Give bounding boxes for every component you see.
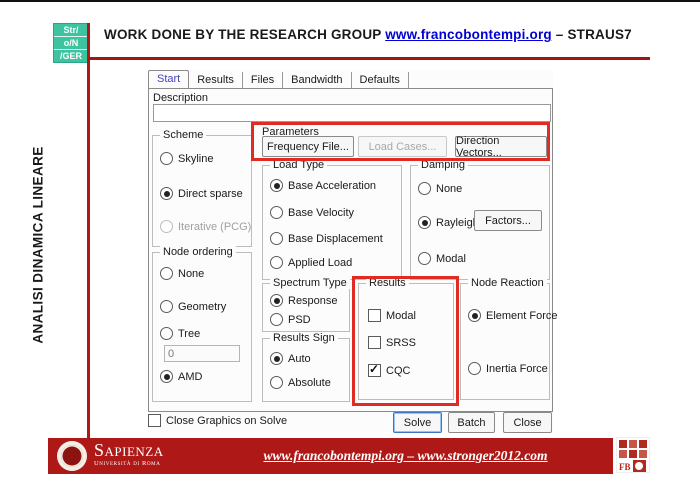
radio-applied-load[interactable] bbox=[270, 256, 283, 269]
slide: Str/ o/N /GER WORK DONE BY THE RESEARCH … bbox=[0, 0, 700, 495]
radio-base-displacement-label: Base Displacement bbox=[288, 233, 383, 245]
tab-start[interactable]: Start bbox=[148, 70, 189, 90]
radio-iterative-pcg-label: Iterative (PCG) bbox=[178, 221, 251, 233]
radio-element-force[interactable] bbox=[468, 309, 481, 322]
tree-depth-input[interactable] bbox=[164, 345, 240, 362]
checkbox-modal-label: Modal bbox=[386, 310, 416, 322]
radio-applied-load-label: Applied Load bbox=[288, 257, 352, 269]
fbo-seal-letters: FB bbox=[619, 462, 631, 472]
radio-response[interactable] bbox=[270, 294, 283, 307]
radio-auto[interactable] bbox=[270, 352, 283, 365]
radio-psd[interactable] bbox=[270, 313, 283, 326]
radio-damping-modal-label: Modal bbox=[436, 253, 466, 265]
checkbox-cqc[interactable]: ✓ bbox=[368, 364, 381, 377]
footer-bar: Sapienza Università di Roma www.francobo… bbox=[48, 438, 613, 474]
sapienza-subtitle: Università di Roma bbox=[94, 461, 164, 468]
radio-ordering-none[interactable] bbox=[160, 267, 173, 280]
radio-ordering-none-label: None bbox=[178, 268, 204, 280]
factors-button[interactable]: Factors... bbox=[474, 210, 542, 231]
tab-results[interactable]: Results bbox=[189, 72, 243, 89]
stronger-logo-line: o/N bbox=[54, 37, 88, 50]
tab-defaults[interactable]: Defaults bbox=[352, 72, 409, 89]
results-sign-group-title: Results Sign bbox=[270, 332, 338, 344]
radio-psd-label: PSD bbox=[288, 314, 311, 326]
solve-button[interactable]: Solve bbox=[393, 412, 442, 433]
tab-files[interactable]: Files bbox=[243, 72, 283, 89]
radio-damping-modal[interactable] bbox=[418, 252, 431, 265]
slide-title-prefix: WORK DONE BY THE RESEARCH GROUP bbox=[104, 27, 385, 42]
tab-strip: Start Results Files Bandwidth Defaults bbox=[148, 70, 409, 89]
description-label: Description bbox=[153, 92, 208, 104]
scheme-group-title: Scheme bbox=[160, 129, 206, 141]
tab-bandwidth[interactable]: Bandwidth bbox=[283, 72, 351, 89]
radio-inertia-force-label: Inertia Force bbox=[486, 363, 548, 375]
side-label: ANALISI DINAMICA LINEARE bbox=[31, 146, 46, 343]
results-group-title: Results bbox=[366, 277, 409, 289]
radio-iterative-pcg bbox=[160, 220, 173, 233]
radio-geometry[interactable] bbox=[160, 300, 173, 313]
results-sign-group: Results Sign bbox=[262, 338, 350, 402]
radio-element-force-label: Element Force bbox=[486, 310, 558, 322]
node-ordering-group-title: Node ordering bbox=[160, 246, 236, 258]
checkbox-srss[interactable] bbox=[368, 336, 381, 349]
checkbox-cqc-label: CQC bbox=[386, 365, 410, 377]
solver-dialog: Start Results Files Bandwidth Defaults D… bbox=[148, 70, 553, 432]
checkbox-modal[interactable] bbox=[368, 309, 381, 322]
sapienza-name: Sapienza bbox=[94, 441, 164, 459]
radio-base-acceleration-label: Base Acceleration bbox=[288, 180, 376, 192]
radio-absolute-label: Absolute bbox=[288, 377, 331, 389]
checkbox-close-graphics[interactable] bbox=[148, 414, 161, 427]
checkmark-icon: ✓ bbox=[369, 362, 379, 376]
batch-button[interactable]: Batch bbox=[448, 412, 495, 433]
radio-base-displacement[interactable] bbox=[270, 232, 283, 245]
header-underline bbox=[88, 57, 650, 60]
stronger-logo: Str/ o/N /GER bbox=[53, 23, 89, 63]
radio-base-acceleration[interactable] bbox=[270, 179, 283, 192]
radio-amd[interactable] bbox=[160, 370, 173, 383]
slide-title-suffix: – STRAUS7 bbox=[552, 27, 632, 42]
load-type-group-title: Load Type bbox=[270, 159, 327, 171]
radio-damping-none[interactable] bbox=[418, 182, 431, 195]
radio-tree[interactable] bbox=[160, 327, 173, 340]
radio-direct-sparse[interactable] bbox=[160, 187, 173, 200]
radio-geometry-label: Geometry bbox=[178, 301, 226, 313]
close-button[interactable]: Close bbox=[503, 412, 552, 433]
node-reaction-group: Node Reaction bbox=[460, 283, 550, 400]
radio-rayleigh-label: Rayleigh bbox=[436, 217, 479, 229]
sapienza-logo-icon bbox=[57, 441, 87, 471]
damping-group-title: Damping bbox=[418, 159, 468, 171]
radio-absolute[interactable] bbox=[270, 376, 283, 389]
direction-vectors-button[interactable]: Direction Vectors... bbox=[455, 136, 547, 157]
radio-amd-label: AMD bbox=[178, 371, 202, 383]
radio-direct-sparse-label: Direct sparse bbox=[178, 188, 243, 200]
vertical-divider-line bbox=[87, 23, 90, 440]
radio-skyline-label: Skyline bbox=[178, 153, 213, 165]
footer-links[interactable]: www.francobontempi.org – www.stronger201… bbox=[218, 438, 593, 474]
spectrum-type-group-title: Spectrum Type bbox=[270, 277, 350, 289]
slide-title: WORK DONE BY THE RESEARCH GROUP www.fran… bbox=[104, 27, 664, 42]
radio-auto-label: Auto bbox=[288, 353, 311, 365]
radio-base-velocity-label: Base Velocity bbox=[288, 207, 354, 219]
load-cases-button: Load Cases... bbox=[358, 136, 447, 157]
stronger-logo-line: /GER bbox=[54, 50, 88, 62]
radio-rayleigh[interactable] bbox=[418, 216, 431, 229]
radio-inertia-force[interactable] bbox=[468, 362, 481, 375]
sapienza-wordmark: Sapienza Università di Roma bbox=[94, 441, 164, 468]
radio-skyline[interactable] bbox=[160, 152, 173, 165]
radio-response-label: Response bbox=[288, 295, 338, 307]
description-input[interactable] bbox=[153, 104, 551, 122]
checkbox-close-graphics-label: Close Graphics on Solve bbox=[166, 415, 287, 427]
frequency-file-button[interactable]: Frequency File... bbox=[262, 136, 354, 157]
radio-base-velocity[interactable] bbox=[270, 206, 283, 219]
node-reaction-group-title: Node Reaction bbox=[468, 277, 547, 289]
top-border-line bbox=[0, 0, 700, 2]
radio-tree-label: Tree bbox=[178, 328, 200, 340]
checkbox-srss-label: SRSS bbox=[386, 337, 416, 349]
fbo-seal-icon: FB bbox=[616, 437, 650, 473]
francobontempi-link[interactable]: www.francobontempi.org bbox=[385, 27, 552, 42]
radio-damping-none-label: None bbox=[436, 183, 462, 195]
stronger-logo-line: Str/ bbox=[54, 24, 88, 37]
